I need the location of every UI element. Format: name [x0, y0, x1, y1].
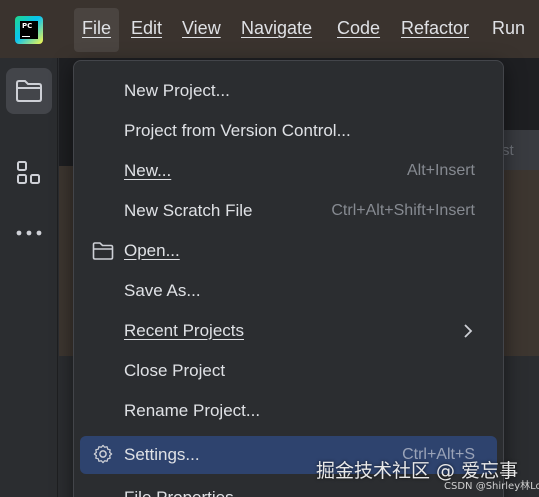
menu-refactor[interactable]: Refactor: [401, 18, 469, 39]
recent-projects-label: Recent Projects: [124, 321, 244, 340]
menu-file[interactable]: File: [82, 18, 111, 39]
more-tools-button[interactable]: [6, 210, 52, 256]
menu-item-open[interactable]: Open...: [80, 232, 497, 270]
more-icon: [16, 230, 42, 236]
menu-view[interactable]: View: [182, 18, 221, 39]
file-menu-dropdown: New Project... Project from Version Cont…: [73, 60, 504, 497]
menu-item-recent-projects[interactable]: Recent Projects: [80, 312, 497, 350]
menu-navigate[interactable]: Navigate: [241, 18, 312, 39]
watermark-subtext: CSDN @Shirley林Love: [444, 481, 539, 492]
tool-window-strip: [0, 58, 58, 497]
new-shortcut: Alt+Insert: [406, 162, 475, 179]
settings-label: Settings...: [124, 445, 200, 464]
structure-icon: [17, 161, 40, 184]
menubar: PC File Edit View Navigate Code Refactor…: [0, 0, 539, 58]
menu-item-project-from-vcs[interactable]: Project from Version Control...: [80, 112, 497, 150]
pycharm-logo-icon[interactable]: PC: [15, 16, 43, 44]
structure-tool-button[interactable]: [6, 150, 52, 196]
menu-item-new-scratch-file[interactable]: New Scratch File Ctrl+Alt+Shift+Insert: [80, 192, 497, 230]
chevron-right-icon: [464, 324, 473, 338]
folder-icon: [16, 80, 42, 102]
new-label: New...: [124, 161, 172, 180]
menu-edit[interactable]: Edit: [131, 18, 162, 39]
menu-item-close-project[interactable]: Close Project: [80, 352, 497, 390]
gear-icon: [93, 444, 113, 464]
menu-item-new-project[interactable]: New Project...: [80, 72, 497, 110]
menu-item-rename-project[interactable]: Rename Project...: [80, 392, 497, 430]
menu-code[interactable]: Code: [337, 18, 380, 39]
menu-item-save-as[interactable]: Save As...: [80, 272, 497, 310]
menu-run[interactable]: Run: [492, 18, 525, 39]
menu-item-new[interactable]: New... Alt+Insert: [80, 152, 497, 190]
open-label: Open...: [124, 241, 180, 260]
new-scratch-shortcut: Ctrl+Alt+Shift+Insert: [331, 202, 475, 219]
folder-icon: [92, 242, 114, 260]
project-tool-button[interactable]: [6, 68, 52, 114]
